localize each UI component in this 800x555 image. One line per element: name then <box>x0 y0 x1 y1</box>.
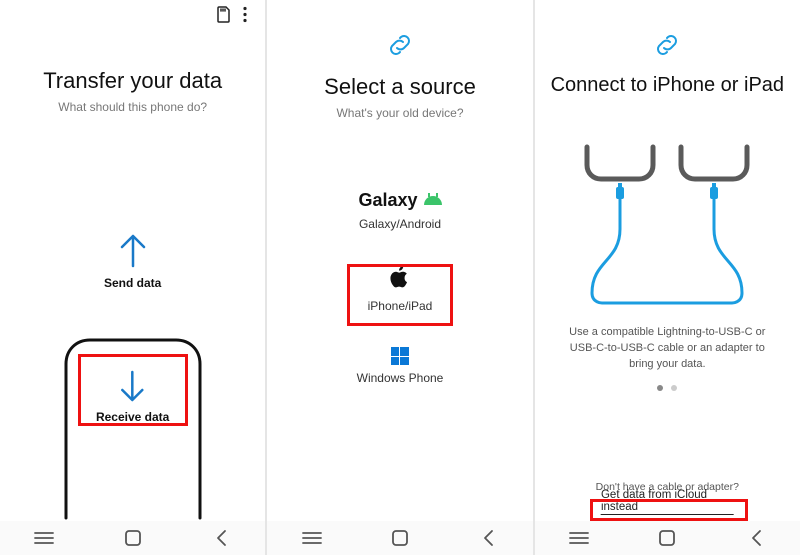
windows-icon <box>391 347 409 365</box>
nav-back[interactable] <box>468 526 508 550</box>
galaxy-logo: Galaxy <box>358 190 441 211</box>
nav-bar <box>0 521 265 555</box>
link-icon <box>535 34 800 56</box>
get-data-from-icloud-link[interactable]: Get data from iCloud instead <box>601 489 734 515</box>
screen-transfer-your-data: Transfer your data What should this phon… <box>0 0 265 555</box>
nav-recents[interactable] <box>559 526 599 550</box>
screen-select-source: Select a source What's your old device? … <box>267 0 532 555</box>
connect-description: Use a compatible Lightning-to-USB-C or U… <box>562 325 772 373</box>
cable-illustration <box>535 137 800 307</box>
page-subtitle: What's your old device? <box>267 106 532 120</box>
page-subtitle: What should this phone do? <box>0 100 265 114</box>
source-windows-phone[interactable]: Windows Phone <box>357 347 444 385</box>
nav-bar <box>535 521 800 555</box>
status-icons <box>216 6 247 28</box>
phone-outline-graphic <box>38 330 228 520</box>
source-galaxy-android[interactable]: Galaxy Galaxy/Android <box>358 190 441 231</box>
page-title: Select a source <box>267 74 532 100</box>
nav-recents[interactable] <box>292 526 332 550</box>
nav-home[interactable] <box>113 526 153 550</box>
nav-recents[interactable] <box>24 526 64 550</box>
source-label: Galaxy/Android <box>359 217 441 231</box>
source-label: iPhone/iPad <box>368 299 433 313</box>
link-icon <box>267 34 532 56</box>
arrow-up-icon <box>116 230 150 270</box>
sd-card-icon[interactable] <box>216 6 231 28</box>
screen-connect-iphone: Connect to iPhone or iPad Use a compatib… <box>535 0 800 555</box>
page-indicator <box>535 385 800 391</box>
send-data-label: Send data <box>104 276 161 290</box>
receive-data-label: Receive data <box>96 410 169 424</box>
page-title: Transfer your data <box>0 68 265 94</box>
receive-data-button[interactable]: Receive data <box>96 370 169 424</box>
nav-back[interactable] <box>736 526 776 550</box>
nav-home[interactable] <box>647 526 687 550</box>
more-icon[interactable] <box>243 6 247 28</box>
send-data-button[interactable]: Send data <box>104 230 161 290</box>
page-title: Connect to iPhone or iPad <box>535 74 800 97</box>
arrow-down-icon <box>118 370 148 404</box>
nav-home[interactable] <box>380 526 420 550</box>
nav-back[interactable] <box>201 526 241 550</box>
source-label: Windows Phone <box>357 371 444 385</box>
android-icon <box>424 196 442 205</box>
nav-bar <box>267 521 532 555</box>
dot <box>671 385 677 391</box>
dot-active <box>657 385 663 391</box>
apple-icon <box>390 265 410 293</box>
source-iphone-ipad[interactable]: iPhone/iPad <box>368 265 433 313</box>
